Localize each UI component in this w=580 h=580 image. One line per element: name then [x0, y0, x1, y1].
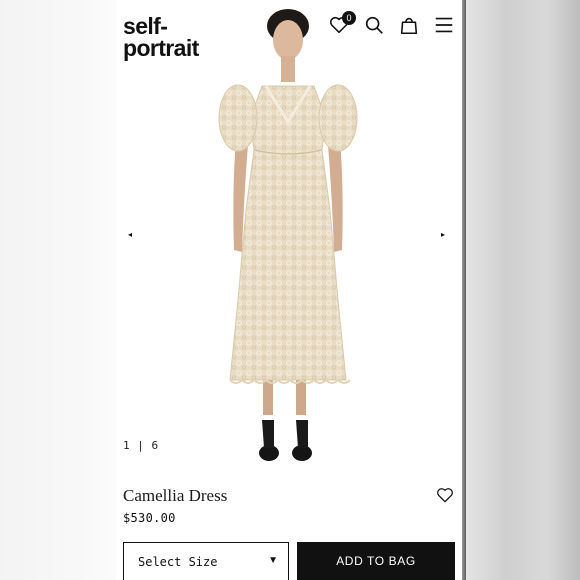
search-icon [365, 16, 383, 34]
pager-total: 6 [151, 439, 159, 452]
size-select[interactable]: Select Size ▼ [123, 542, 289, 580]
pager-separator: | [137, 439, 145, 452]
menu-button[interactable] [433, 14, 455, 36]
brand-logo-line2: portrait [123, 35, 199, 61]
bag-icon [400, 17, 418, 35]
bag-button[interactable] [398, 14, 420, 36]
gallery-pager: 1 | 6 [123, 439, 159, 452]
gallery-prev-arrow-icon[interactable]: ◂ [128, 231, 136, 239]
pager-current: 1 [123, 439, 131, 452]
add-to-bag-label: ADD TO BAG [336, 554, 416, 568]
product-image[interactable] [116, 0, 464, 470]
add-to-bag-button[interactable]: ADD TO BAG [297, 542, 455, 580]
phone-screen: self- portrait 0 ◂ ▸ 1 | 6 Camellia Dres… [116, 0, 464, 580]
wishlist-count-badge: 0 [342, 11, 356, 25]
device-edge [462, 0, 466, 580]
brand-logo-line1: self- [123, 13, 168, 39]
heart-outline-icon [437, 488, 453, 503]
product-price: $530.00 [123, 511, 176, 525]
background-left [0, 0, 116, 580]
size-select-label: Select Size [138, 555, 218, 569]
chevron-down-icon: ▼ [268, 555, 278, 566]
add-to-wishlist-button[interactable] [435, 485, 455, 505]
product-name: Camellia Dress [123, 486, 228, 505]
menu-icon [435, 17, 453, 33]
background-right [466, 0, 580, 580]
search-button[interactable] [363, 14, 385, 36]
brand-logo[interactable]: self- portrait [123, 13, 199, 61]
gallery-next-arrow-icon[interactable]: ▸ [441, 231, 449, 239]
